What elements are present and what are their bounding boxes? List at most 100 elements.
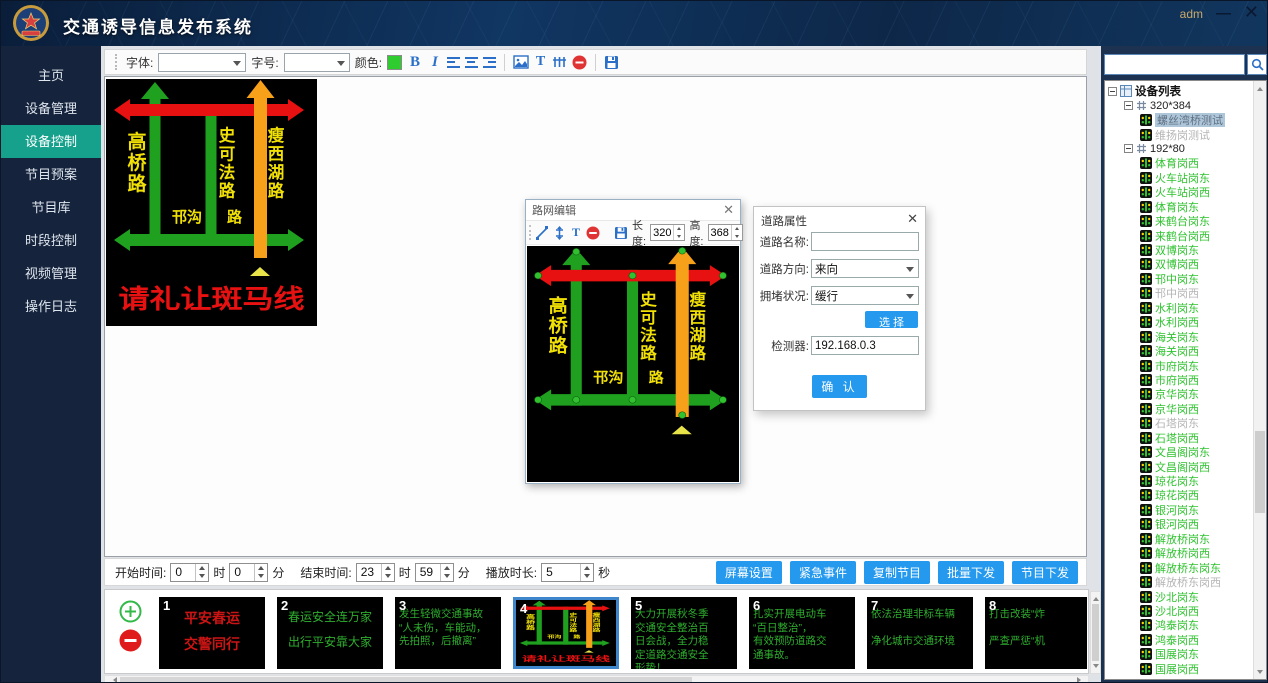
device-tree-item[interactable]: 邗中岗西 bbox=[1105, 286, 1253, 300]
device-tree-item[interactable]: 火车站岗西 bbox=[1105, 185, 1253, 199]
spin-up-icon[interactable] bbox=[732, 225, 742, 233]
scroll-up-icon[interactable] bbox=[1254, 81, 1266, 93]
thumbnail-horizontal-scrollbar[interactable] bbox=[104, 675, 1089, 683]
device-tree-item[interactable]: 鸿泰岗西 bbox=[1105, 633, 1253, 647]
road-name-input[interactable] bbox=[811, 232, 919, 251]
program-thumbnail[interactable]: 2 春运安全连万家 出行平安靠大家 bbox=[277, 597, 383, 669]
device-tree-item[interactable]: 国展岗西 bbox=[1105, 662, 1253, 676]
scrollbar-thumb[interactable] bbox=[1255, 431, 1265, 513]
device-tree-item[interactable]: 琼花岗西 bbox=[1105, 488, 1253, 502]
spin-up-icon[interactable] bbox=[674, 225, 684, 233]
start-minute-spinner[interactable]: 0 bbox=[229, 563, 268, 582]
length-spinner[interactable]: 320 bbox=[650, 224, 685, 241]
spin-down-icon[interactable] bbox=[255, 572, 267, 581]
action-button[interactable]: 屏幕设置 bbox=[716, 561, 782, 584]
device-tree-item[interactable]: 文昌阁岗西 bbox=[1105, 459, 1253, 473]
device-tree-item[interactable]: 维扬岗测试 bbox=[1105, 127, 1253, 141]
road-network-icon[interactable] bbox=[552, 55, 567, 69]
spin-up-icon[interactable] bbox=[581, 564, 593, 573]
device-tree-item[interactable]: 石塔岗西 bbox=[1105, 431, 1253, 445]
device-tree-item[interactable]: 双博岗东 bbox=[1105, 243, 1253, 257]
scroll-down-icon[interactable] bbox=[1254, 667, 1266, 679]
device-tree-item[interactable]: 京华岗东 bbox=[1105, 387, 1253, 401]
dialog-close-button[interactable]: ✕ bbox=[907, 211, 918, 227]
device-tree-item[interactable]: 来鹤台岗东 bbox=[1105, 214, 1253, 228]
congestion-status-select[interactable]: 缓行 bbox=[811, 286, 919, 305]
text-tool-button[interactable]: T bbox=[570, 225, 582, 240]
device-tree-item[interactable]: 石塔岗东 bbox=[1105, 416, 1253, 430]
draw-line-icon[interactable] bbox=[535, 226, 549, 240]
device-tree-item[interactable]: 文昌阁岗东 bbox=[1105, 445, 1253, 459]
device-tree-item[interactable]: 火车站岗东 bbox=[1105, 171, 1253, 185]
program-thumbnail[interactable]: 3 发生轻微交通事故 “人未伤，车能动， 先拍照，后撤离” bbox=[395, 597, 501, 669]
spin-up-icon[interactable] bbox=[382, 564, 394, 573]
username[interactable]: adm bbox=[1180, 7, 1203, 21]
scroll-down-icon[interactable] bbox=[1091, 662, 1100, 673]
action-button[interactable]: 复制节目 bbox=[864, 561, 930, 584]
save-icon[interactable] bbox=[604, 55, 619, 70]
device-tree-item[interactable]: 解放桥东岗东 bbox=[1105, 560, 1253, 574]
device-tree-item[interactable]: 琼花岗东 bbox=[1105, 474, 1253, 488]
device-tree-item[interactable]: 海关岗西 bbox=[1105, 344, 1253, 358]
program-thumbnail[interactable]: 1 平安春运 交警同行 bbox=[159, 597, 265, 669]
expand-collapse-box[interactable] bbox=[1124, 144, 1133, 153]
spin-down-icon[interactable] bbox=[382, 572, 394, 581]
height-spinner[interactable]: 368 bbox=[708, 224, 743, 241]
spin-down-icon[interactable] bbox=[581, 572, 593, 581]
spin-up-icon[interactable] bbox=[441, 564, 453, 573]
sidebar-item[interactable]: 视频管理 bbox=[1, 257, 101, 290]
device-tree-item[interactable]: 银河岗东 bbox=[1105, 503, 1253, 517]
font-size-select[interactable] bbox=[284, 53, 350, 72]
dialog-close-button[interactable]: ✕ bbox=[723, 202, 734, 218]
road-direction-select[interactable]: 来向 bbox=[811, 259, 919, 278]
scroll-up-icon[interactable] bbox=[1091, 592, 1100, 603]
device-tree-item[interactable]: 市府岗西 bbox=[1105, 373, 1253, 387]
bold-button[interactable]: B bbox=[407, 54, 423, 71]
spin-up-icon[interactable] bbox=[255, 564, 267, 573]
device-search-input[interactable] bbox=[1104, 54, 1245, 75]
action-button[interactable]: 批量下发 bbox=[938, 561, 1004, 584]
device-tree-item[interactable]: 320*384 bbox=[1105, 98, 1253, 112]
device-tree-item[interactable]: 市府岗东 bbox=[1105, 358, 1253, 372]
device-tree-item[interactable]: 京华岗西 bbox=[1105, 402, 1253, 416]
remove-program-button[interactable] bbox=[119, 629, 142, 652]
device-tree-item[interactable]: 海关岗东 bbox=[1105, 329, 1253, 343]
device-tree-item[interactable]: 体育岗西 bbox=[1105, 156, 1253, 170]
device-tree-item[interactable]: 国展岗东 bbox=[1105, 647, 1253, 661]
device-tree-item[interactable]: 沙北岗西 bbox=[1105, 604, 1253, 618]
end-hour-spinner[interactable]: 23 bbox=[356, 563, 395, 582]
scrollbar-thumb[interactable] bbox=[120, 677, 692, 682]
sidebar-item[interactable]: 主页 bbox=[1, 59, 101, 92]
sidebar-item[interactable]: 时段控制 bbox=[1, 224, 101, 257]
scroll-right-icon[interactable] bbox=[1074, 676, 1086, 683]
expand-collapse-box[interactable] bbox=[1124, 101, 1133, 110]
device-tree-item[interactable]: 解放桥东岗西 bbox=[1105, 575, 1253, 589]
device-tree-item[interactable]: 双博岗西 bbox=[1105, 257, 1253, 271]
device-tree-item[interactable]: 水利岗西 bbox=[1105, 315, 1253, 329]
device-tree-item[interactable]: 体育岗东 bbox=[1105, 200, 1253, 214]
expand-collapse-box[interactable] bbox=[1108, 87, 1117, 96]
scrollbar-thumb[interactable] bbox=[1092, 604, 1099, 661]
minimize-button[interactable]: — bbox=[1216, 5, 1231, 22]
device-tree-item[interactable]: 来鹤台岗西 bbox=[1105, 228, 1253, 242]
detector-input[interactable] bbox=[811, 336, 919, 355]
add-program-button[interactable] bbox=[119, 600, 142, 623]
align-right-icon[interactable] bbox=[483, 57, 496, 68]
program-thumbnail[interactable]: 7 依法治理非标车辆 净化城市交通环境 bbox=[867, 597, 973, 669]
delete-icon[interactable] bbox=[586, 226, 600, 240]
device-tree-scrollbar[interactable] bbox=[1253, 81, 1266, 679]
align-center-icon[interactable] bbox=[465, 57, 478, 68]
program-thumbnail[interactable]: 6 扎实开展电动车 “百日整治”， 有效预防道路交 通事故。 bbox=[749, 597, 855, 669]
end-minute-spinner[interactable]: 59 bbox=[415, 563, 454, 582]
search-button[interactable] bbox=[1247, 54, 1267, 75]
confirm-button[interactable]: 确 认 bbox=[812, 375, 867, 398]
spin-down-icon[interactable] bbox=[196, 572, 208, 581]
spin-down-icon[interactable] bbox=[732, 233, 742, 241]
select-detector-button[interactable]: 选 择 bbox=[865, 311, 918, 328]
save-icon[interactable] bbox=[614, 226, 628, 240]
duration-spinner[interactable]: 5 bbox=[541, 563, 594, 582]
start-hour-spinner[interactable]: 0 bbox=[170, 563, 209, 582]
device-tree-item[interactable]: 解放桥岗东 bbox=[1105, 532, 1253, 546]
device-tree-item[interactable]: 192*80 bbox=[1105, 142, 1253, 156]
move-node-icon[interactable] bbox=[553, 226, 566, 240]
